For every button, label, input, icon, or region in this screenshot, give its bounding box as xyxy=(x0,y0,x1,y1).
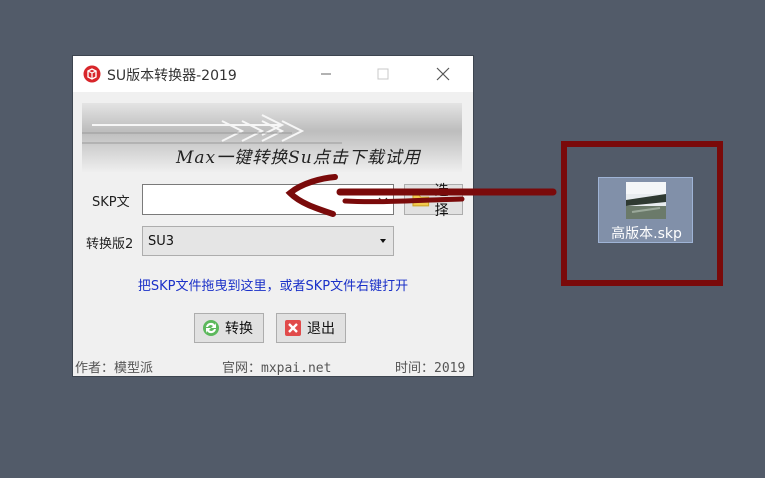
annotation-arrow xyxy=(285,174,557,217)
